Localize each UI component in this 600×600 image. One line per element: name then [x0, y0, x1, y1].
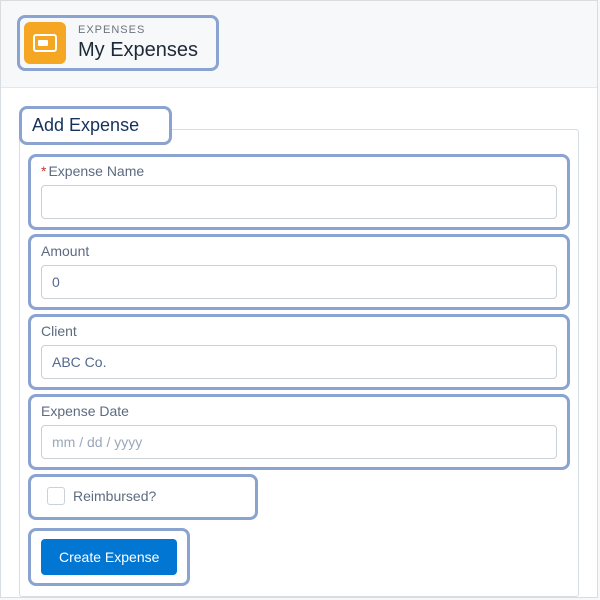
field-expense-date: Expense Date: [28, 394, 570, 470]
field-reimbursed: Reimbursed?: [28, 474, 258, 520]
expense-name-label-text: Expense Name: [48, 163, 144, 179]
page-header: EXPENSES My Expenses: [1, 1, 597, 88]
amount-label: Amount: [41, 243, 557, 259]
reimbursed-label: Reimbursed?: [73, 488, 156, 504]
required-asterisk: *: [41, 163, 46, 179]
expense-page: EXPENSES My Expenses Add Expense *Expens…: [0, 0, 598, 598]
section-title-highlight: Add Expense: [19, 106, 172, 145]
create-expense-button[interactable]: Create Expense: [41, 539, 177, 575]
client-input[interactable]: [41, 345, 557, 379]
expense-name-label: *Expense Name: [41, 163, 557, 179]
action-highlight: Create Expense: [28, 528, 190, 586]
field-client: Client: [28, 314, 570, 390]
expense-name-input[interactable]: [41, 185, 557, 219]
content-area: Add Expense *Expense Name Amount Client …: [1, 88, 597, 597]
reimbursed-row[interactable]: Reimbursed?: [41, 483, 245, 509]
reimbursed-checkbox[interactable]: [47, 487, 65, 505]
expenses-app-icon: [24, 22, 66, 64]
page-title: My Expenses: [78, 38, 198, 62]
header-eyebrow: EXPENSES: [78, 24, 198, 37]
expense-form: *Expense Name Amount Client Expense Date: [19, 129, 579, 597]
client-label: Client: [41, 323, 557, 339]
header-highlight: EXPENSES My Expenses: [17, 15, 219, 71]
header-text: EXPENSES My Expenses: [78, 24, 198, 61]
amount-input[interactable]: [41, 265, 557, 299]
section-title: Add Expense: [32, 115, 139, 135]
wallet-icon: [33, 34, 57, 52]
expense-date-label: Expense Date: [41, 403, 557, 419]
field-expense-name: *Expense Name: [28, 154, 570, 230]
expense-date-input[interactable]: [41, 425, 557, 459]
field-amount: Amount: [28, 234, 570, 310]
